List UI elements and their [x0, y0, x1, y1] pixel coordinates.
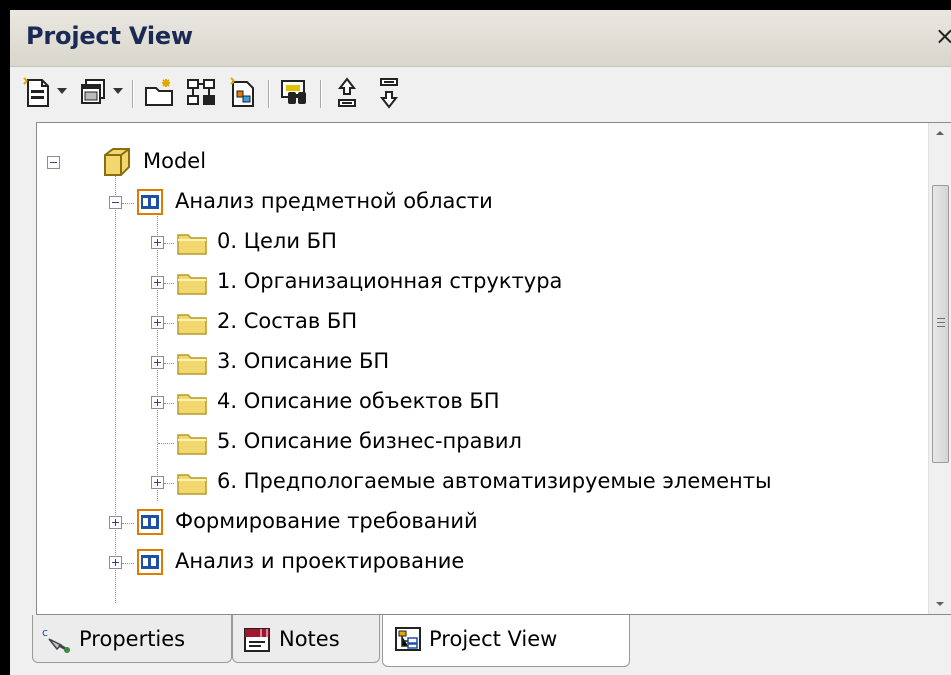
collapse-icon[interactable]: [109, 196, 122, 209]
tree-item-label: 1. Организационная структура: [217, 269, 563, 293]
scroll-up-icon[interactable]: [929, 123, 951, 143]
expand-icon[interactable]: [151, 236, 164, 249]
view-icon: [137, 549, 163, 579]
tree-item-label: Формирование требований: [175, 509, 478, 533]
tree-item-model[interactable]: Model: [37, 143, 937, 183]
new-package-icon[interactable]: [142, 76, 176, 110]
expand-icon[interactable]: [151, 476, 164, 489]
folder-icon: [177, 231, 207, 259]
tab-notes[interactable]: Notes: [232, 615, 380, 663]
tab-properties[interactable]: c Properties: [32, 615, 232, 663]
tree-item-label: Анализ и проектирование: [175, 549, 465, 573]
properties-icon: c: [41, 625, 75, 659]
tree-item-label: 6. Предпологаемые автоматизируемые элеме…: [217, 469, 772, 493]
tree-item-label: 4. Описание объектов БП: [217, 389, 500, 413]
tree-item-package[interactable]: 0. Цели БП: [37, 223, 937, 263]
tab-label: Project View: [429, 627, 558, 651]
tree-item-view-design[interactable]: Анализ и проектирование: [37, 543, 937, 583]
scrollbar-thumb[interactable]: [932, 185, 949, 463]
panel-title: Project View: [26, 22, 193, 50]
model-root-icon: [99, 145, 133, 183]
tree-item-package[interactable]: 4. Описание объектов БП: [37, 383, 937, 423]
notes-icon: [241, 625, 275, 659]
tab-project-view[interactable]: Project View: [382, 615, 630, 667]
tree-item-view-analysis[interactable]: Анализ предметной области: [37, 183, 937, 223]
panel-tab-strip: c Properties Notes Project View: [10, 615, 951, 675]
scroll-down-icon[interactable]: [929, 594, 951, 614]
tree-structure-icon[interactable]: [184, 76, 218, 110]
folder-icon: [177, 271, 207, 299]
move-up-icon[interactable]: [330, 76, 364, 110]
diagram-dropdown-icon[interactable]: [113, 88, 123, 94]
tab-label: Notes: [279, 627, 340, 651]
tree-item-package[interactable]: 1. Организационная структура: [37, 263, 937, 303]
project-tree[interactable]: Model Анализ предметной области 0. Цели …: [36, 122, 951, 615]
expand-icon[interactable]: [151, 356, 164, 369]
new-diagram-icon[interactable]: [226, 76, 260, 110]
find-binoculars-icon[interactable]: [278, 76, 312, 110]
toolbar: [10, 68, 951, 118]
folder-icon: [177, 351, 207, 379]
folder-icon: [177, 471, 207, 499]
new-element-icon[interactable]: [20, 76, 54, 110]
tree-item-label: 2. Состав БП: [217, 309, 358, 333]
tree-item-label: Model: [143, 149, 207, 173]
tree-item-package[interactable]: 2. Состав БП: [37, 303, 937, 343]
folder-icon: [177, 431, 207, 459]
tree-item-label: 3. Описание БП: [217, 349, 390, 373]
tree-item-label: Анализ предметной области: [175, 189, 493, 213]
view-icon: [137, 189, 163, 219]
tree-item-package[interactable]: 3. Описание БП: [37, 343, 937, 383]
expand-icon[interactable]: [151, 316, 164, 329]
panel-title-bar[interactable]: Project View ×: [10, 10, 951, 67]
tree-item-label: 0. Цели БП: [217, 229, 337, 253]
vertical-scrollbar[interactable]: [928, 123, 951, 614]
close-icon[interactable]: ×: [935, 24, 951, 48]
new-element-dropdown-icon[interactable]: [57, 88, 67, 94]
diagram-stack-icon[interactable]: [76, 76, 110, 110]
tree-item-package[interactable]: 6. Предпологаемые автоматизируемые элеме…: [37, 463, 937, 503]
project-view-panel: Project View × Model Анализ предметной о…: [10, 10, 951, 675]
tree-item-package[interactable]: 5. Описание бизнес-правил: [37, 423, 937, 463]
expand-icon[interactable]: [151, 396, 164, 409]
move-down-icon[interactable]: [372, 76, 406, 110]
view-icon: [137, 509, 163, 539]
folder-icon: [177, 391, 207, 419]
tab-label: Properties: [79, 627, 186, 651]
expand-icon[interactable]: [109, 556, 122, 569]
expand-icon[interactable]: [109, 516, 122, 529]
tree-item-label: 5. Описание бизнес-правил: [217, 429, 522, 453]
expand-icon[interactable]: [151, 276, 164, 289]
tree-item-view-requirements[interactable]: Формирование требований: [37, 503, 937, 543]
collapse-icon[interactable]: [47, 156, 60, 169]
folder-icon: [177, 311, 207, 339]
project-view-icon: [393, 625, 423, 659]
svg-text:c: c: [42, 626, 48, 639]
